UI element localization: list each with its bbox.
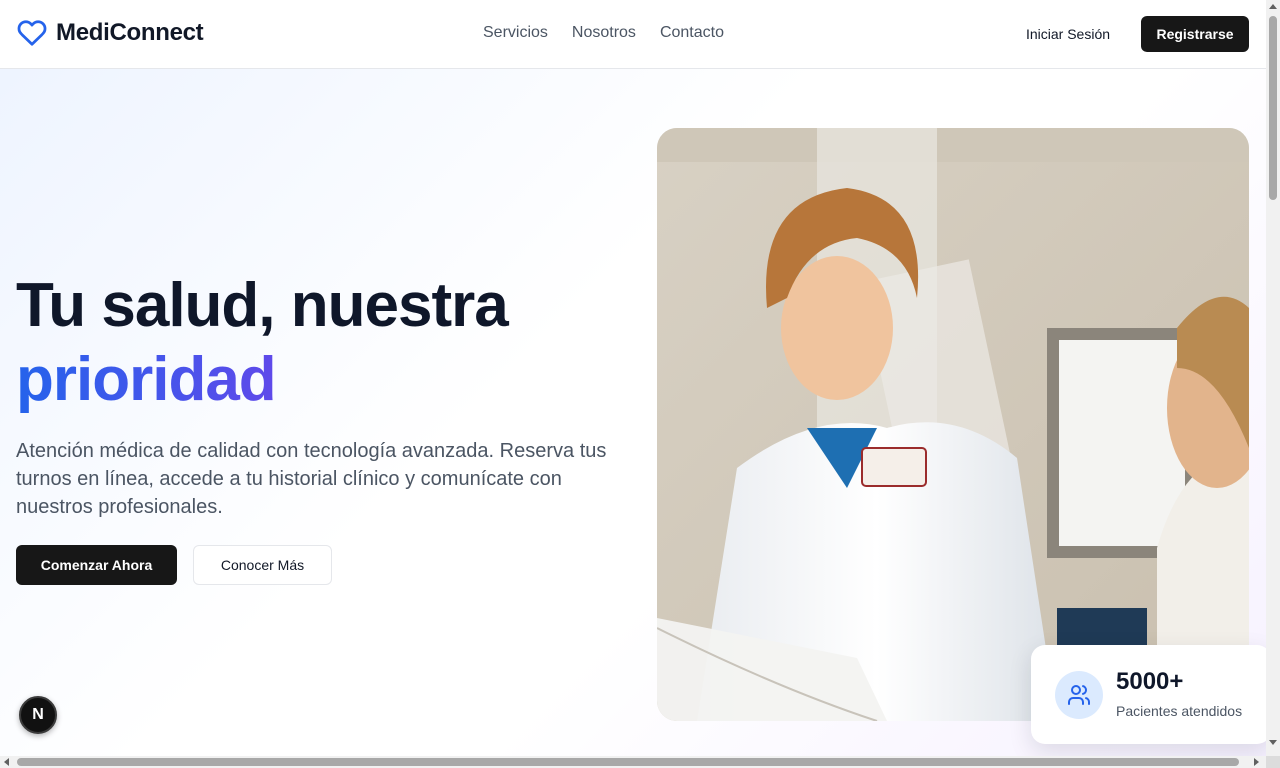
scroll-left-icon[interactable] [4, 758, 9, 766]
nav-servicios[interactable]: Servicios [483, 24, 548, 42]
hero-title-line1: Tu salud, nuestra [16, 271, 509, 340]
start-now-button[interactable]: Comenzar Ahora [16, 545, 177, 585]
scroll-right-icon[interactable] [1254, 758, 1259, 766]
stat-value: 5000+ [1116, 668, 1184, 695]
register-button[interactable]: Registrarse [1141, 16, 1249, 52]
stat-label: Pacientes atendidos [1116, 703, 1243, 719]
learn-more-button[interactable]: Conocer Más [193, 545, 332, 585]
scroll-down-icon[interactable] [1269, 740, 1277, 745]
hero-photo [657, 128, 1249, 721]
scrollbar-corner [1266, 756, 1280, 768]
hero-title-accent: prioridad [16, 343, 508, 417]
patients-stat-card: 5000+ Pacientes atendidos [1031, 645, 1266, 744]
vertical-scroll-thumb[interactable] [1269, 16, 1277, 200]
nav-nosotros[interactable]: Nosotros [572, 24, 636, 42]
main-nav: Servicios Nosotros Contacto [483, 24, 724, 42]
site-header: MediConnect Servicios Nosotros Contacto … [0, 0, 1266, 69]
horizontal-scroll-thumb[interactable] [17, 758, 1239, 766]
brand-name: MediConnect [56, 19, 204, 46]
dev-tools-badge[interactable]: N [19, 696, 57, 734]
doctor-patient-illustration [657, 128, 1249, 721]
users-icon [1055, 671, 1103, 719]
hero-title: Tu salud, nuestra prioridad [16, 269, 509, 417]
heart-icon [17, 20, 47, 46]
hero-section: Tu salud, nuestra prioridad Atención méd… [0, 69, 1266, 756]
vertical-scrollbar[interactable] [1266, 0, 1280, 756]
login-button[interactable]: Iniciar Sesión [1009, 16, 1127, 52]
hero-description: Atención médica de calidad con tecnologí… [16, 440, 607, 518]
scroll-up-icon[interactable] [1269, 4, 1277, 9]
brand-logo[interactable]: MediConnect [16, 18, 204, 48]
horizontal-scrollbar[interactable] [0, 756, 1266, 768]
nav-contacto[interactable]: Contacto [660, 24, 724, 42]
